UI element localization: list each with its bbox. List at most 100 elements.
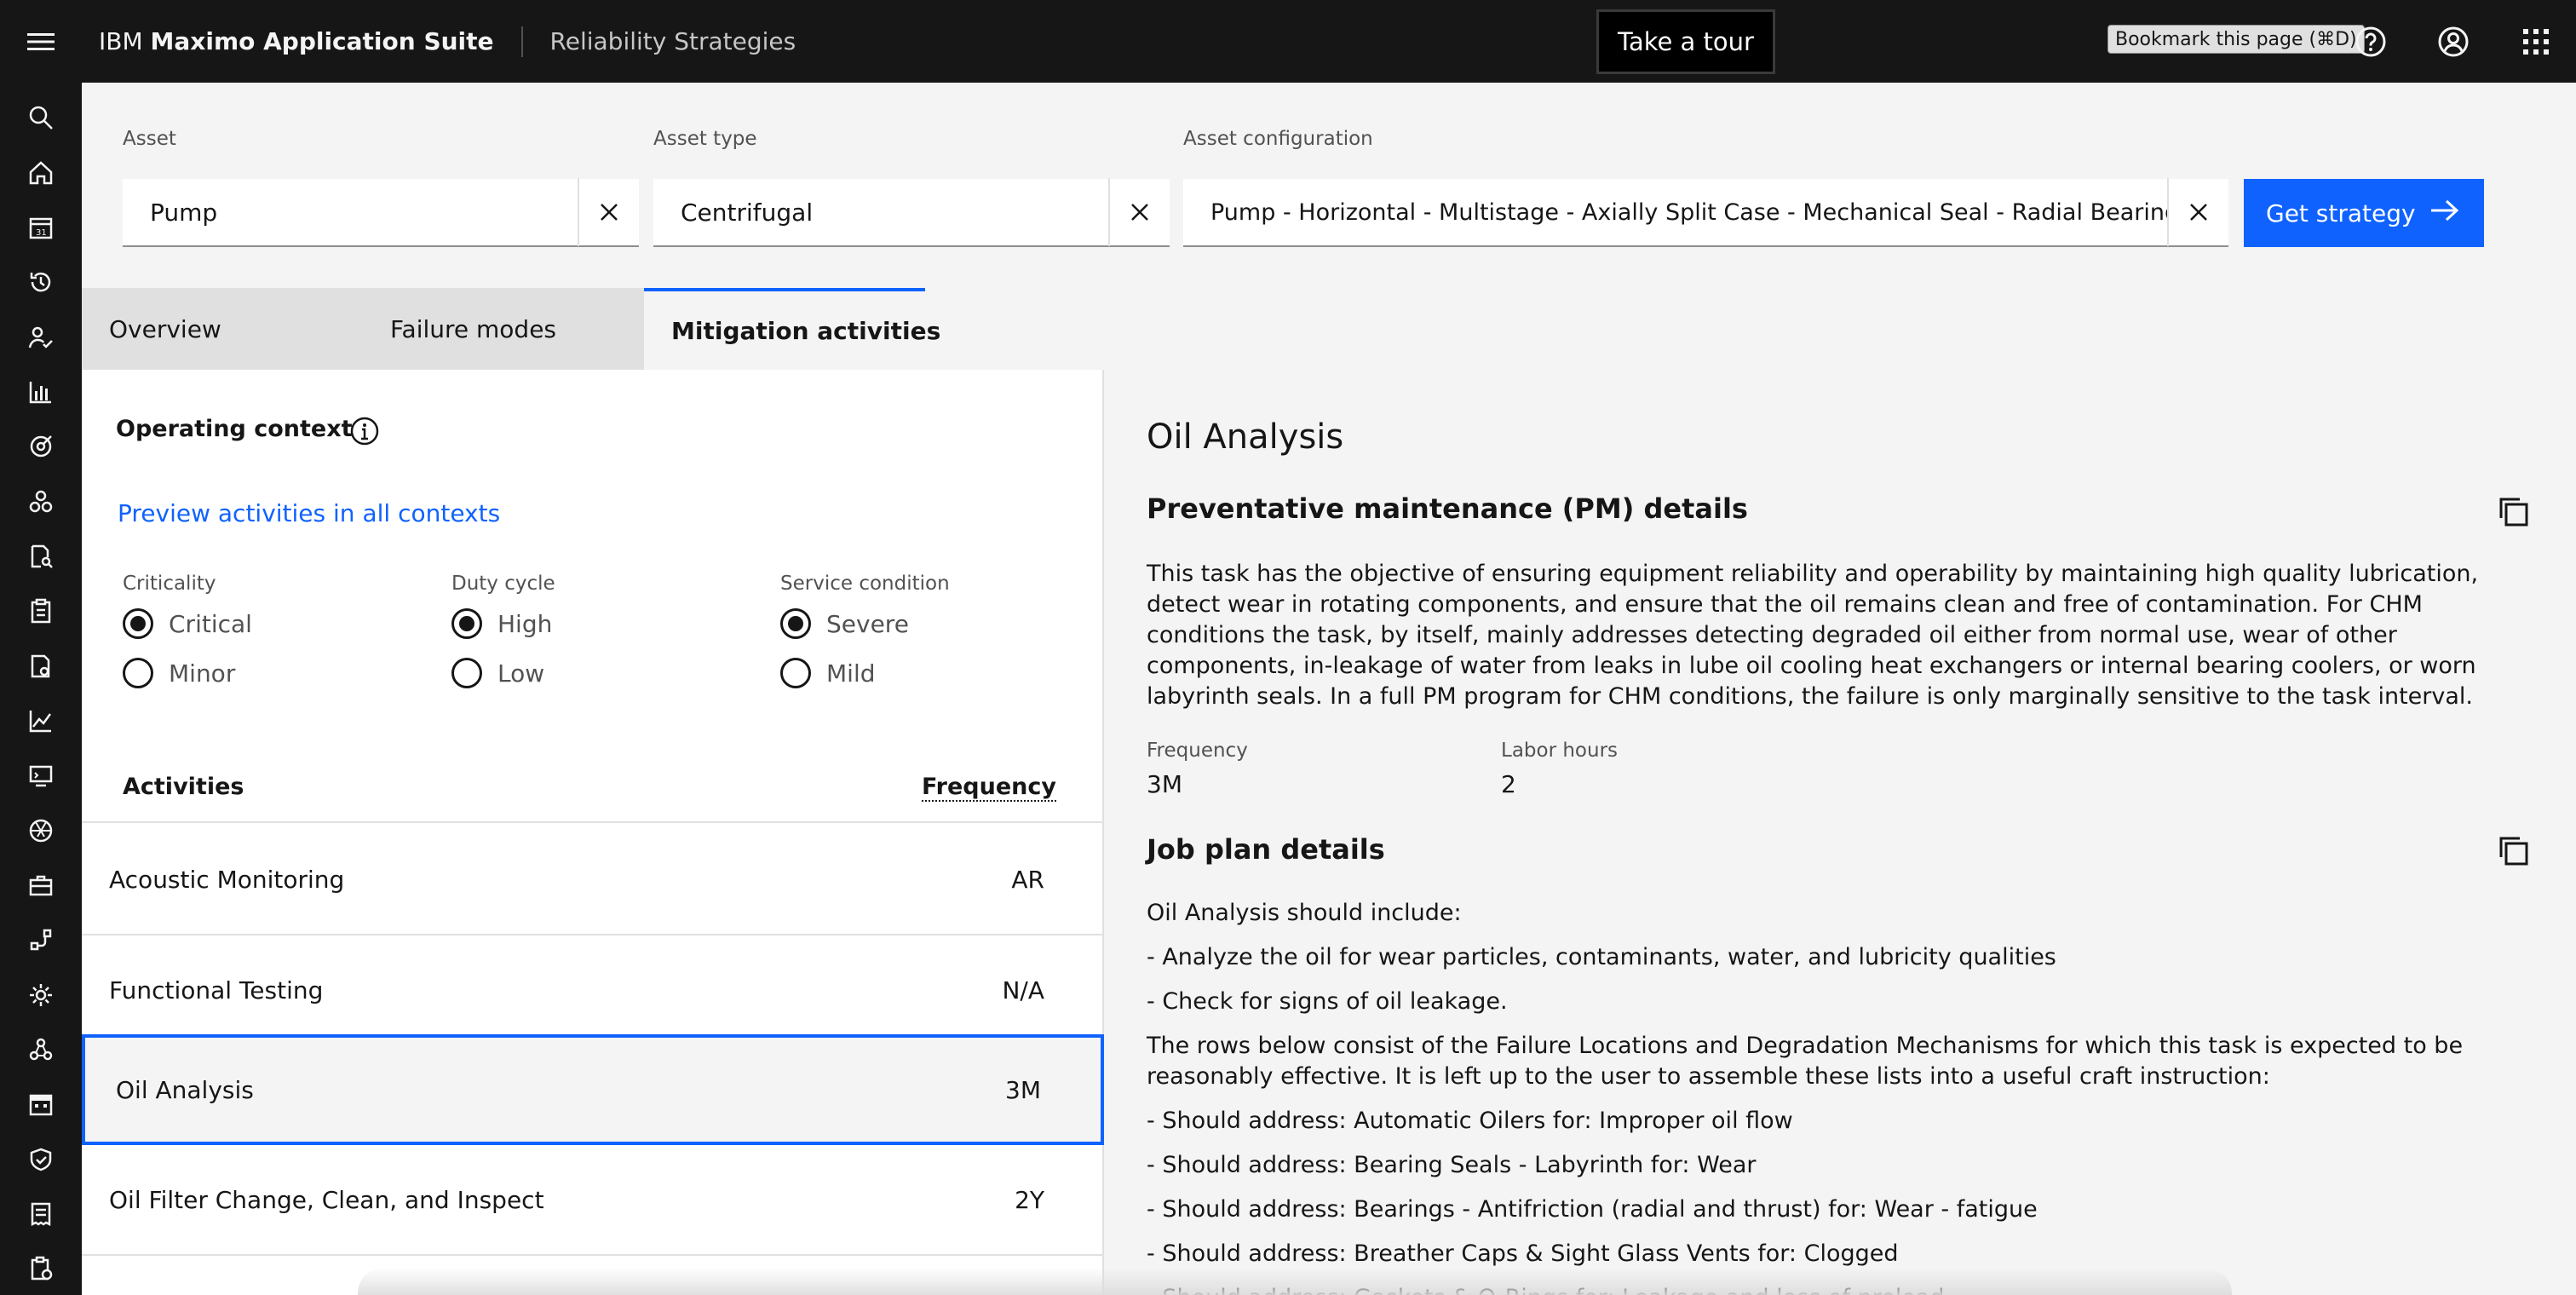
radio-checked-icon — [123, 608, 153, 639]
activity-frequency: AR — [1011, 865, 1044, 894]
get-strategy-label: Get strategy — [2266, 199, 2416, 227]
service-condition-label: Service condition — [780, 573, 950, 595]
activity-name: Oil Filter Change, Clean, and Inspect — [109, 1185, 544, 1214]
activity-detail-title: Oil Analysis — [1147, 417, 1344, 457]
settings-icon[interactable] — [24, 978, 58, 1012]
asset-configuration-value[interactable]: Pump - Horizontal - Multistage - Axially… — [1183, 199, 2167, 226]
activity-name: Oil Analysis — [116, 1075, 254, 1104]
job-plan-address: - Should address: Breather Caps & Sight … — [1147, 1240, 1899, 1267]
job-plan-step: - Analyze the oil for wear particles, co… — [1147, 944, 2056, 970]
frequency-column-header[interactable]: Frequency — [921, 774, 1056, 802]
bookmark-tooltip: Bookmark this page (⌘D) — [2107, 25, 2365, 54]
job-plan-rows-description: The rows below consist of the Failure Lo… — [1147, 1033, 2464, 1090]
history-icon[interactable] — [24, 265, 58, 299]
monitor-icon[interactable] — [24, 758, 58, 792]
radio-minor[interactable]: Minor — [123, 658, 235, 688]
activity-detail-panel: Oil Analysis Preventative maintenance (P… — [1106, 370, 2576, 1295]
bottom-shadow — [358, 1268, 2232, 1295]
bar-chart-icon[interactable] — [24, 375, 58, 409]
activity-name: Acoustic Monitoring — [109, 865, 345, 894]
radio-unchecked-icon — [451, 658, 482, 688]
asset-type-clear-icon[interactable] — [1108, 178, 1170, 246]
info-icon[interactable] — [349, 416, 380, 446]
duty-cycle-label: Duty cycle — [451, 573, 555, 595]
job-plan-address: - Should address: Automatic Oilers for: … — [1147, 1108, 1793, 1134]
activities-column-header: Activities — [123, 774, 244, 800]
pm-details-heading: Preventative maintenance (PM) details — [1147, 492, 1748, 525]
radio-severe[interactable]: Severe — [780, 608, 909, 639]
criticality-label: Criticality — [123, 573, 216, 595]
frequency-label: Frequency — [1147, 740, 1248, 762]
side-navigation: 31 — [0, 83, 82, 1295]
asset-configuration-label: Asset configuration — [1183, 128, 1373, 150]
toolbox-icon[interactable] — [24, 868, 58, 902]
job-plan-intro: Oil Analysis should include: — [1147, 900, 1462, 926]
copy-icon[interactable] — [2494, 832, 2532, 869]
radio-low[interactable]: Low — [451, 658, 544, 688]
table-row[interactable]: Oil Filter Change, Clean, and Inspect 2Y — [82, 1145, 1104, 1256]
home-icon[interactable] — [24, 156, 58, 190]
activity-frequency: N/A — [1002, 976, 1044, 1004]
radio-checked-icon — [451, 608, 482, 639]
task-icon[interactable] — [24, 1252, 58, 1286]
job-plan-address: - Should address: Bearings - Antifrictio… — [1147, 1196, 2038, 1223]
product-name[interactable]: IBM Maximo Application Suite — [99, 27, 494, 55]
tab-failure-modes[interactable]: Failure modes — [353, 288, 644, 370]
asset-configuration-field[interactable]: Pump - Horizontal - Multistage - Axially… — [1183, 178, 2228, 247]
activity-frequency: 3M — [1005, 1075, 1041, 1104]
asset-value[interactable]: Pump — [123, 199, 578, 227]
aperture-icon[interactable] — [24, 814, 58, 848]
calendar-icon[interactable]: 31 — [24, 210, 58, 245]
line-chart-icon[interactable] — [24, 704, 58, 738]
preview-all-contexts-link[interactable]: Preview activities in all contexts — [118, 499, 500, 527]
hierarchy-icon[interactable] — [24, 485, 58, 519]
labor-hours-label: Labor hours — [1501, 740, 1619, 762]
asset-configuration-clear-icon[interactable] — [2167, 178, 2228, 246]
receipt-icon[interactable] — [24, 1197, 58, 1231]
operating-context-heading: Operating context — [116, 416, 353, 442]
calendar-grid-icon[interactable] — [24, 1087, 58, 1121]
radio-unchecked-icon — [123, 658, 153, 688]
clipboard-icon[interactable] — [24, 594, 58, 628]
take-tour-button[interactable]: Take a tour — [1596, 9, 1775, 74]
document-search-icon[interactable] — [24, 539, 58, 573]
job-plan-heading: Job plan details — [1147, 833, 1385, 866]
activities-table-header: Activities Frequency — [82, 755, 1104, 823]
report-icon[interactable] — [24, 649, 58, 683]
job-plan-step: - Check for signs of oil leakage. — [1147, 988, 1508, 1015]
tab-overview[interactable]: Overview — [82, 288, 353, 370]
table-row[interactable]: Functional Testing N/A — [82, 935, 1104, 1046]
radio-mild[interactable]: Mild — [780, 658, 876, 688]
labor-hours-value: 2 — [1501, 770, 1516, 798]
get-strategy-button[interactable]: Get strategy — [2244, 179, 2484, 247]
radio-high[interactable]: High — [451, 608, 552, 639]
app-switcher-icon[interactable] — [2515, 20, 2557, 63]
frequency-value: 3M — [1147, 770, 1182, 798]
menu-icon[interactable] — [0, 0, 82, 83]
activity-frequency: 2Y — [1015, 1185, 1044, 1214]
asset-field[interactable]: Pump — [123, 178, 639, 247]
asset-clear-icon[interactable] — [578, 178, 639, 246]
table-row[interactable]: Acoustic Monitoring AR — [82, 825, 1104, 935]
radio-critical[interactable]: Critical — [123, 608, 252, 639]
activities-panel: Operating context Preview activities in … — [82, 370, 1104, 1295]
asset-type-field[interactable]: Centrifugal — [653, 178, 1170, 247]
radio-checked-icon — [780, 608, 811, 639]
asset-label: Asset — [123, 128, 176, 150]
user-avatar-icon[interactable] — [2432, 20, 2475, 63]
copy-icon[interactable] — [2494, 492, 2532, 530]
user-check-icon[interactable] — [24, 320, 58, 354]
tab-mitigation-activities[interactable]: Mitigation activities — [644, 288, 940, 370]
route-icon[interactable] — [24, 923, 58, 957]
help-icon[interactable] — [2349, 20, 2392, 63]
table-row-selected[interactable]: Oil Analysis 3M — [82, 1034, 1104, 1145]
model-icon[interactable] — [24, 1033, 58, 1067]
activity-name: Functional Testing — [109, 976, 324, 1004]
search-icon[interactable] — [24, 101, 58, 135]
app-name: Reliability Strategies — [549, 27, 796, 55]
svg-text:31: 31 — [36, 228, 47, 238]
shield-check-icon[interactable] — [24, 1142, 58, 1177]
asset-type-value[interactable]: Centrifugal — [653, 199, 1108, 227]
asset-type-label: Asset type — [653, 128, 757, 150]
gauge-icon[interactable] — [24, 429, 58, 463]
